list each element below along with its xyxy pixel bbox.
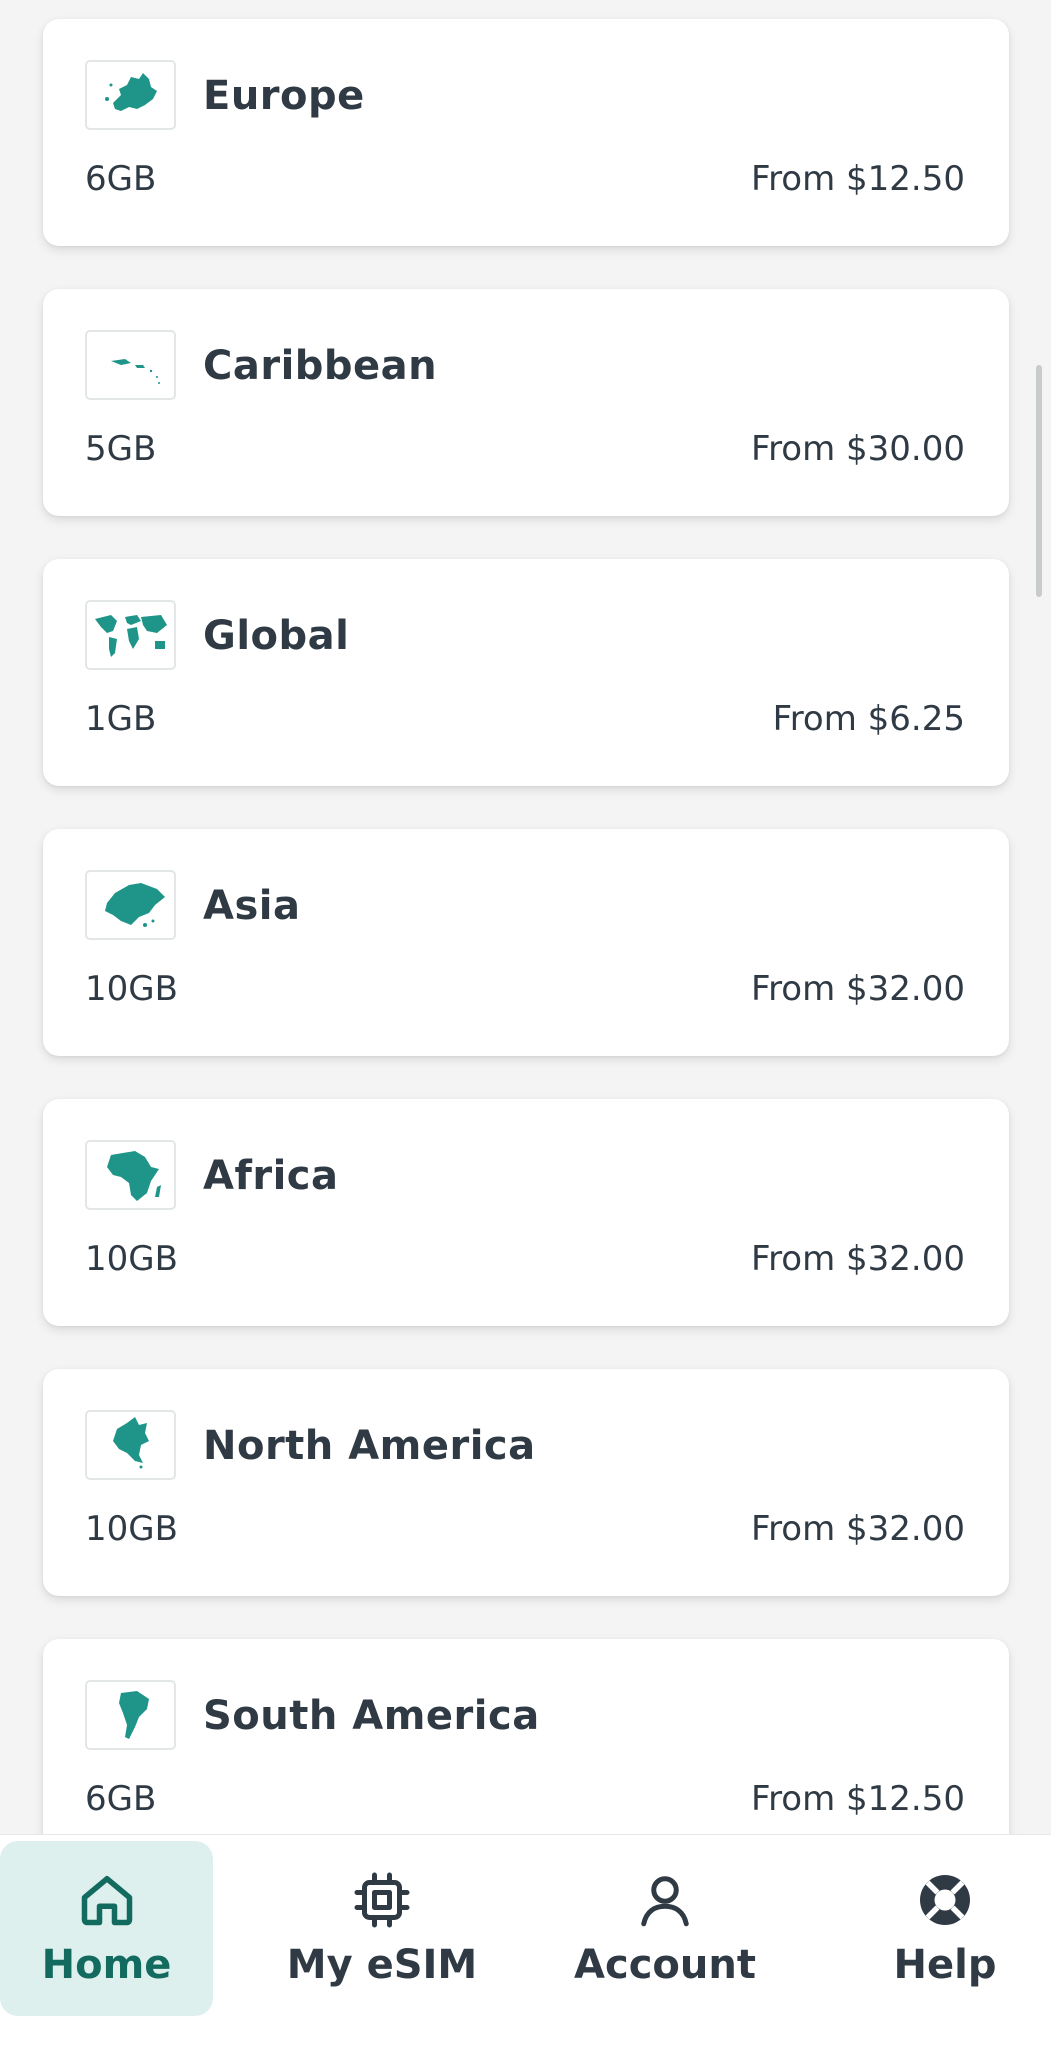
- nav-my-esim[interactable]: My eSIM: [282, 1841, 482, 2016]
- africa-map-icon: [85, 1140, 176, 1210]
- price-label: From $32.00: [750, 1509, 965, 1549]
- south-america-map-icon: [85, 1680, 176, 1750]
- region-card-europe[interactable]: Europe 6GB From $12.50: [43, 19, 1009, 246]
- nav-account[interactable]: Account: [560, 1841, 770, 2016]
- region-card-north-america[interactable]: North America 10GB From $32.00: [43, 1369, 1009, 1596]
- data-amount: 6GB: [85, 1779, 157, 1819]
- nav-help[interactable]: Help: [870, 1841, 1020, 2016]
- lifebuoy-icon: [920, 1874, 970, 1925]
- region-card-caribbean[interactable]: Caribbean 5GB From $30.00: [43, 289, 1009, 516]
- data-amount: 10GB: [85, 969, 178, 1009]
- region-name: Asia: [203, 883, 301, 929]
- nav-help-label: Help: [893, 1941, 997, 1988]
- nav-my-esim-label: My eSIM: [286, 1941, 478, 1988]
- data-amount: 6GB: [85, 159, 157, 199]
- region-name: Africa: [203, 1153, 339, 1199]
- world-map-icon: [85, 600, 176, 670]
- region-list: Europe 6GB From $12.50 Caribbean 5GB Fro…: [0, 0, 1051, 1834]
- region-name: North America: [203, 1423, 536, 1469]
- price-label: From $30.00: [750, 429, 965, 469]
- data-amount: 5GB: [85, 429, 157, 469]
- region-card-asia[interactable]: Asia 10GB From $32.00: [43, 829, 1009, 1056]
- nav-home-label: Home: [41, 1941, 172, 1988]
- north-america-map-icon: [85, 1410, 176, 1480]
- region-name: South America: [203, 1693, 540, 1739]
- price-label: From $6.25: [772, 699, 965, 739]
- europe-map-icon: [85, 60, 176, 130]
- region-name: Global: [203, 613, 350, 659]
- scrollbar[interactable]: [1036, 365, 1042, 597]
- data-amount: 10GB: [85, 1239, 178, 1279]
- price-label: From $32.00: [750, 1239, 965, 1279]
- region-name: Caribbean: [203, 343, 438, 389]
- region-card-global[interactable]: Global 1GB From $6.25: [43, 559, 1009, 786]
- region-card-africa[interactable]: Africa 10GB From $32.00: [43, 1099, 1009, 1326]
- user-icon: [641, 1875, 689, 1926]
- data-amount: 1GB: [85, 699, 157, 739]
- nav-home[interactable]: Home: [0, 1841, 213, 2016]
- home-icon: [81, 1875, 132, 1925]
- price-label: From $12.50: [750, 1779, 965, 1819]
- nav-account-label: Account: [574, 1941, 756, 1988]
- price-label: From $12.50: [750, 159, 965, 199]
- asia-map-icon: [85, 870, 176, 940]
- region-name: Europe: [203, 73, 365, 119]
- esim-chip-icon: [354, 1872, 410, 1927]
- bottom-navigation: Home My eSIM Account Help: [0, 1834, 1051, 2048]
- price-label: From $32.00: [750, 969, 965, 1009]
- data-amount: 10GB: [85, 1509, 178, 1549]
- caribbean-map-icon: [85, 330, 176, 400]
- region-card-south-america[interactable]: South America 6GB From $12.50: [43, 1639, 1009, 1834]
